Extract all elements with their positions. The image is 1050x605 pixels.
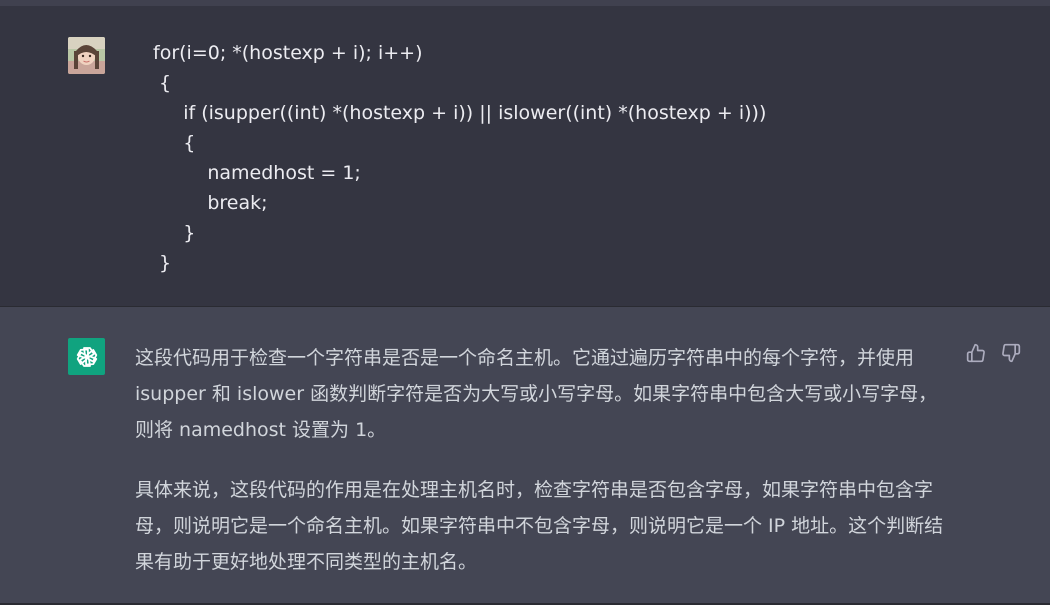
assistant-response: 这段代码用于检查一个字符串是否是一个命名主机。它通过遍历字符串中的每个字符，并使… bbox=[135, 340, 950, 580]
thumbs-down-icon[interactable] bbox=[1000, 342, 1022, 364]
response-paragraph: 这段代码用于检查一个字符串是否是一个命名主机。它通过遍历字符串中的每个字符，并使… bbox=[135, 347, 938, 441]
code-line: for(i=0; *(hostexp + i); i++) bbox=[153, 42, 423, 64]
code-line: { bbox=[153, 132, 196, 154]
user-avatar bbox=[68, 37, 105, 74]
code-line: if (isupper((int) *(hostexp + i)) || isl… bbox=[153, 102, 767, 124]
code-line: break; bbox=[153, 192, 268, 214]
code-line: { bbox=[153, 72, 172, 94]
openai-logo-icon bbox=[68, 338, 105, 375]
code-line: } bbox=[153, 222, 196, 244]
code-line: } bbox=[153, 252, 172, 274]
response-paragraph: 具体来说，这段代码的作用是在处理主机名时，检查字符串是否包含字母，如果字符串中包… bbox=[135, 479, 944, 573]
thumbs-up-icon[interactable] bbox=[965, 342, 987, 364]
user-code-message: for(i=0; *(hostexp + i); i++) { if (isup… bbox=[153, 38, 766, 278]
code-line: namedhost = 1; bbox=[153, 162, 361, 184]
